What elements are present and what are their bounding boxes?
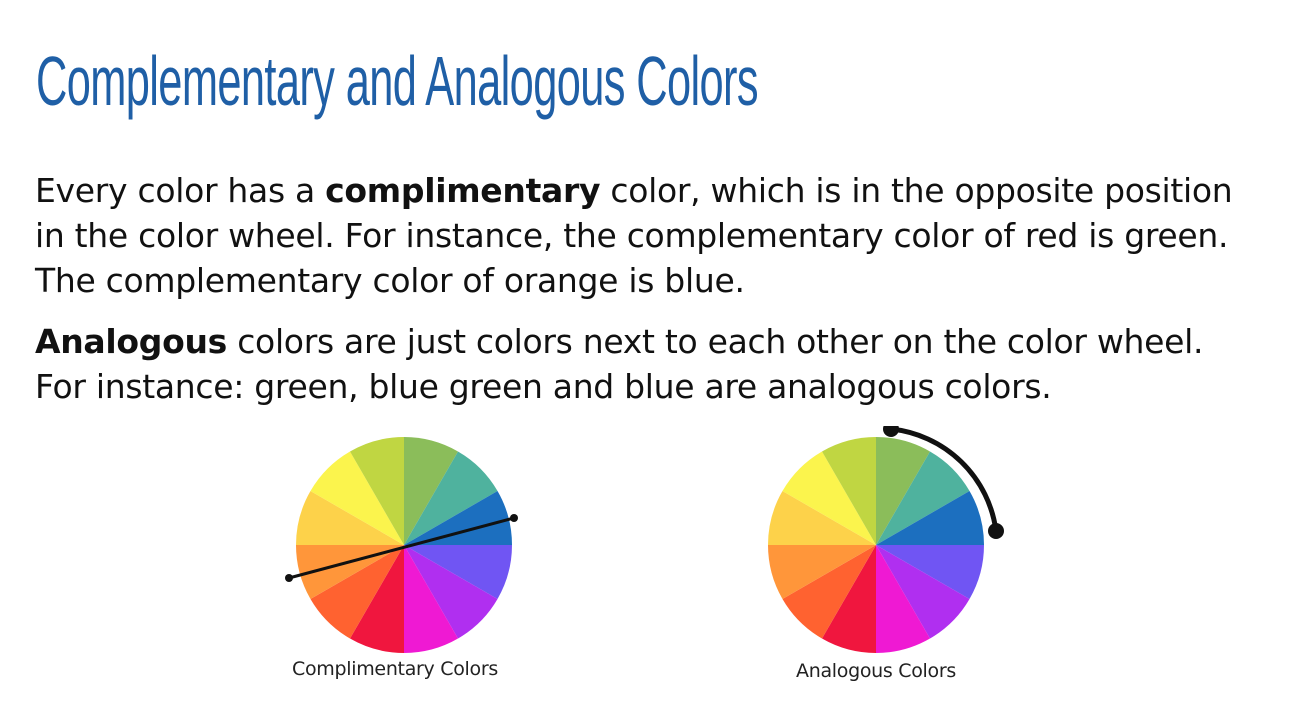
complementary-color-wheel [285,437,518,653]
analogous-wheel-wedges [768,437,984,653]
analogous-term: Analogous [35,322,228,361]
complementary-caption: Complimentary Colors [292,658,498,680]
complementary-paragraph-intro: Every color has a [35,171,326,210]
analogous-color-wheel [768,426,1004,653]
complementary-wheel-wedges [296,437,512,653]
analogous-caption: Analogous Colors [796,660,956,682]
complimentary-term: complimentary [325,171,601,210]
slide-title: Complementary and Analogous Colors [36,42,759,120]
complementary-paragraph: Every color has a complimentary color, w… [35,168,1255,303]
analogous-paragraph: Analogous colors are just colors next to… [35,319,1255,409]
